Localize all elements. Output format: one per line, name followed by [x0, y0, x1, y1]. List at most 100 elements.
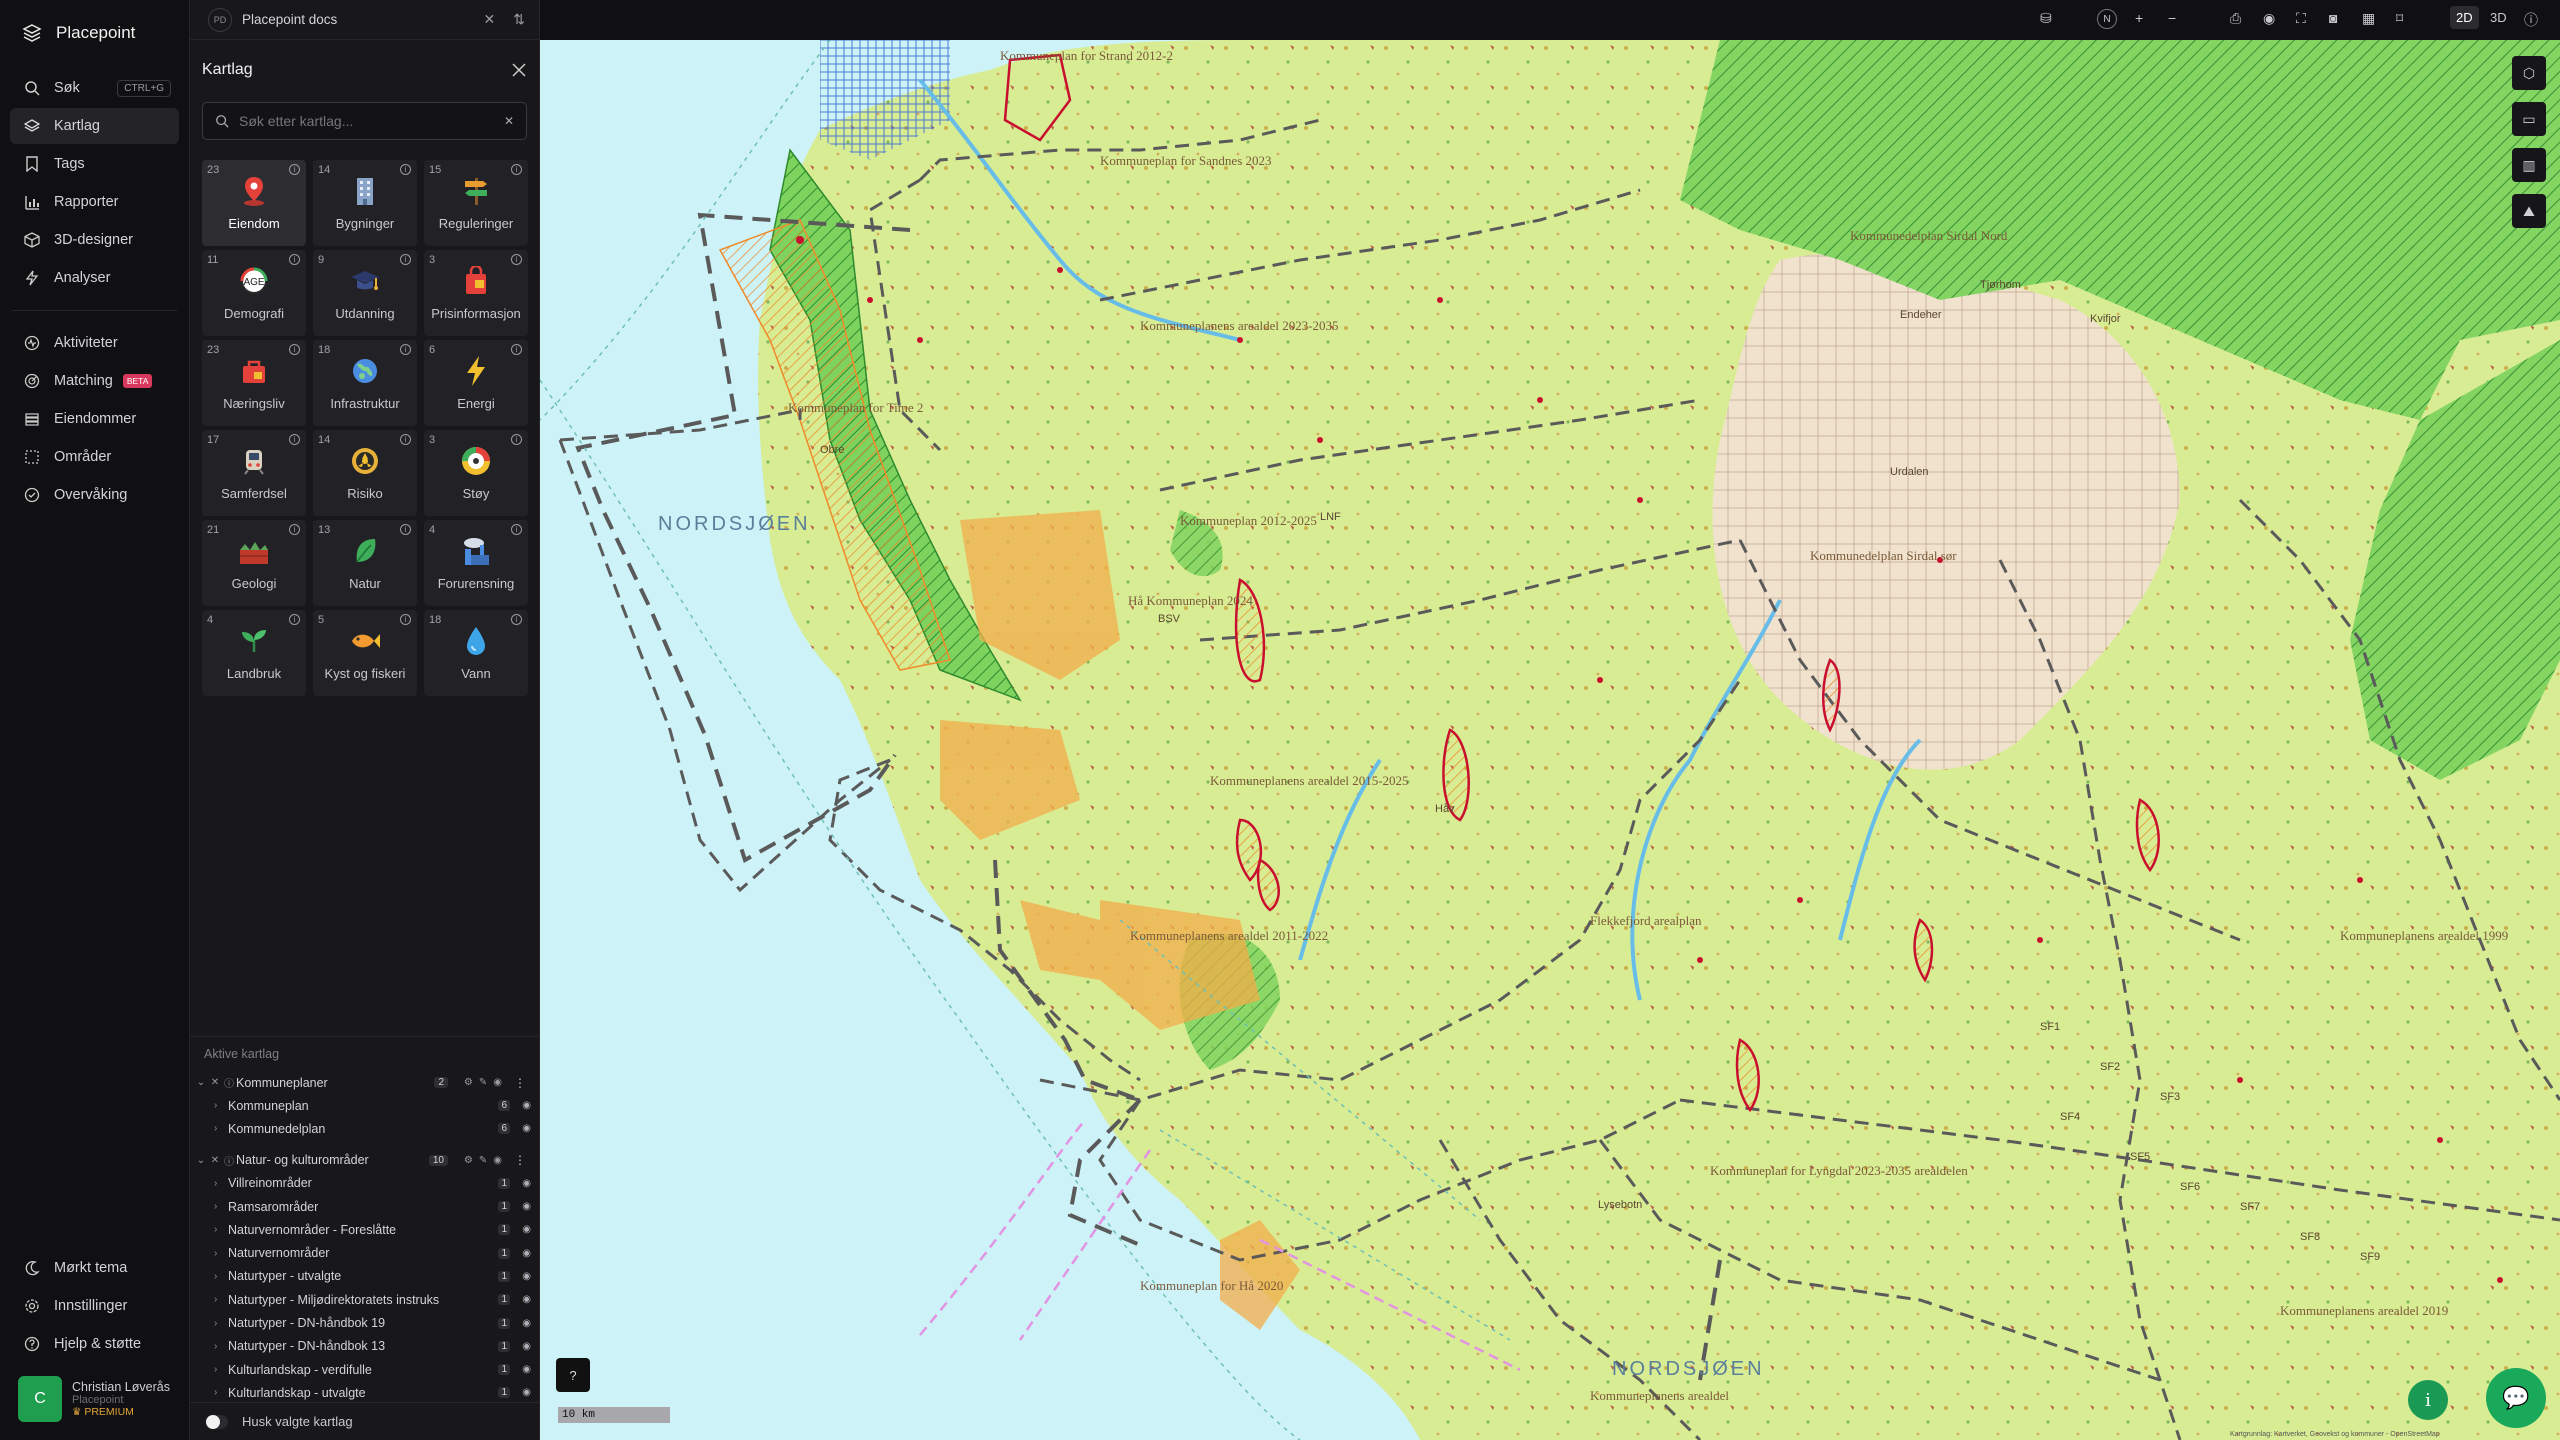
- nav-item-tags[interactable]: Tags: [10, 146, 179, 182]
- info-fab[interactable]: i: [2408, 1380, 2448, 1420]
- chevron-right-icon[interactable]: ›: [214, 1201, 228, 1212]
- camera-icon[interactable]: ◙: [2329, 10, 2337, 26]
- layer-row[interactable]: › Kulturlandskap - verdifulle 1 ◉: [190, 1358, 540, 1381]
- mode-2d-button[interactable]: 2D: [2450, 6, 2479, 29]
- category-natur[interactable]: 13 i Natur: [313, 520, 417, 606]
- layer-row[interactable]: › Naturtyper - utvalgte 1 ◉: [190, 1265, 540, 1288]
- chevron-right-icon[interactable]: ›: [214, 1341, 228, 1352]
- layer-row[interactable]: › Naturtyper - Miljødirektoratets instruk…: [190, 1288, 540, 1311]
- eye-icon[interactable]: ◉: [493, 1077, 502, 1088]
- info-icon[interactable]: ⓘ: [222, 1153, 236, 1168]
- layer-search-input[interactable]: [239, 113, 494, 129]
- layer-row[interactable]: › Kommunedelplan 6 ◉: [190, 1117, 540, 1140]
- category-landbruk[interactable]: 4 i Landbruk: [202, 610, 306, 696]
- category-naeringsliv[interactable]: 23 i Næringsliv: [202, 340, 306, 426]
- edit-icon[interactable]: ✎: [479, 1077, 487, 1088]
- layer-row[interactable]: › Naturtyper - DN-håndbok 13 1 ◉: [190, 1335, 540, 1358]
- chevron-right-icon[interactable]: ›: [214, 1248, 228, 1259]
- category-stoy[interactable]: 3 i Støy: [424, 430, 528, 516]
- nav-item-3d-designer[interactable]: 3D-designer: [10, 222, 179, 258]
- settings-icon[interactable]: ⚙: [464, 1077, 473, 1088]
- layers-stack-icon[interactable]: ⛁: [2040, 10, 2052, 27]
- zoom-in-icon[interactable]: +: [2135, 10, 2143, 26]
- chevron-down-icon[interactable]: ⌄: [194, 1155, 208, 1166]
- nav-item-kartlag[interactable]: Kartlag: [10, 108, 179, 144]
- layer-row[interactable]: › Kommuneplan 6 ◉: [190, 1094, 540, 1117]
- info-icon[interactable]: ⓘ: [222, 1075, 236, 1090]
- print-icon[interactable]: ⎙: [2230, 10, 2241, 27]
- eye-icon[interactable]: ◉: [522, 1224, 531, 1235]
- nav-item-rapporter[interactable]: Rapporter: [10, 184, 179, 220]
- draw-tool-button[interactable]: ⬡: [2512, 56, 2546, 90]
- eye-icon[interactable]: ◉: [522, 1318, 531, 1329]
- eye-icon[interactable]: ◉: [522, 1364, 531, 1375]
- chart-tool-button[interactable]: ▥: [2512, 148, 2546, 182]
- toggle-switch[interactable]: [206, 1414, 228, 1429]
- compass-button[interactable]: N: [2097, 9, 2117, 29]
- category-energi[interactable]: 6 i Energi: [424, 340, 528, 426]
- category-reguleringer[interactable]: 15 i Reguleringer: [424, 160, 528, 246]
- document-tab[interactable]: PD Placepoint docs ✕ ⇅: [190, 0, 539, 40]
- eye-icon[interactable]: ◉: [522, 1201, 531, 1212]
- zoom-out-icon[interactable]: −: [2168, 10, 2176, 26]
- remove-group-icon[interactable]: ✕: [208, 1077, 222, 1088]
- more-icon[interactable]: ⋮: [514, 1076, 526, 1090]
- visibility-icon[interactable]: ◉: [2263, 10, 2275, 27]
- chevron-right-icon[interactable]: ›: [214, 1294, 228, 1305]
- layer-row[interactable]: › Naturvernområder - Foreslåtte 1 ◉: [190, 1218, 540, 1241]
- fullscreen-icon[interactable]: ⛶: [2296, 10, 2306, 27]
- eye-icon[interactable]: ◉: [522, 1100, 531, 1111]
- eye-icon[interactable]: ◉: [522, 1271, 531, 1282]
- chevron-right-icon[interactable]: ›: [214, 1178, 228, 1189]
- mode-3d-button[interactable]: 3D: [2484, 6, 2513, 29]
- nav-item-matching[interactable]: Matching BETA: [10, 363, 179, 399]
- chevron-right-icon[interactable]: ›: [214, 1387, 228, 1398]
- chevron-right-icon[interactable]: ›: [214, 1123, 228, 1134]
- category-utdanning[interactable]: 9 i Utdanning: [313, 250, 417, 336]
- category-prisinformasjon[interactable]: 3 i Prisinformasjon: [424, 250, 528, 336]
- switch-tab-icon[interactable]: ⇅: [513, 11, 525, 28]
- layer-row[interactable]: › Naturvernområder 1 ◉: [190, 1241, 540, 1264]
- nav-item-settings[interactable]: Innstillinger: [10, 1288, 180, 1324]
- nav-item-overvaking[interactable]: Overvåking: [10, 477, 179, 513]
- elevation-tool-button[interactable]: ⛰: [2512, 194, 2546, 228]
- category-geologi[interactable]: 21 i Geologi: [202, 520, 306, 606]
- category-eiendom[interactable]: 23 i Eiendom: [202, 160, 306, 246]
- remove-group-icon[interactable]: ✕: [208, 1155, 222, 1166]
- category-demografi[interactable]: 11 i AGE Demografi: [202, 250, 306, 336]
- layer-search[interactable]: ✕: [202, 102, 527, 140]
- category-bygninger[interactable]: 14 i Bygninger: [313, 160, 417, 246]
- nav-item-dark-theme[interactable]: Mørkt tema: [10, 1250, 180, 1286]
- chat-fab[interactable]: 💬: [2486, 1368, 2546, 1428]
- edit-icon[interactable]: ✎: [479, 1155, 487, 1166]
- eye-icon[interactable]: ◉: [522, 1387, 531, 1398]
- nav-item-omrader[interactable]: Områder: [10, 439, 179, 475]
- grid-icon[interactable]: ▦: [2362, 10, 2375, 27]
- brand[interactable]: Placepoint: [0, 0, 189, 66]
- chevron-right-icon[interactable]: ›: [214, 1318, 228, 1329]
- settings-icon[interactable]: ⚙: [464, 1155, 473, 1166]
- layer-row[interactable]: › Naturtyper - DN-håndbok 19 1 ◉: [190, 1311, 540, 1334]
- nav-item-help[interactable]: Hjelp & støtte: [10, 1326, 180, 1362]
- info-icon[interactable]: ⓘ: [2524, 10, 2538, 30]
- nav-item-analyser[interactable]: Analyser: [10, 260, 179, 296]
- category-infrastruktur[interactable]: 18 i Infrastruktur: [313, 340, 417, 426]
- chevron-right-icon[interactable]: ›: [214, 1271, 228, 1282]
- close-tab-icon[interactable]: ✕: [484, 11, 496, 28]
- category-forurensning[interactable]: 4 i Forurensning: [424, 520, 528, 606]
- eye-icon[interactable]: ◉: [493, 1155, 502, 1166]
- nav-item-eiendommer[interactable]: Eiendommer: [10, 401, 179, 437]
- chevron-right-icon[interactable]: ›: [214, 1364, 228, 1375]
- chevron-right-icon[interactable]: ›: [214, 1224, 228, 1235]
- remember-layers-toggle[interactable]: Husk valgte kartlag: [190, 1402, 540, 1440]
- eye-icon[interactable]: ◉: [522, 1123, 531, 1134]
- category-risiko[interactable]: 14 i Risiko: [313, 430, 417, 516]
- measure-tool-button[interactable]: ▭: [2512, 102, 2546, 136]
- map-canvas[interactable]: NORDSJØEN NORDSJØEN Kommuneplan for Stra…: [540, 40, 2560, 1440]
- category-samferdsel[interactable]: 17 i Samferdsel: [202, 430, 306, 516]
- close-panel-icon[interactable]: [511, 62, 527, 78]
- user-profile[interactable]: C Christian Løverås Placepoint ♛ PREMIUM: [0, 1364, 190, 1440]
- layer-row[interactable]: › Ramsarområder 1 ◉: [190, 1195, 540, 1218]
- more-icon[interactable]: ⋮: [514, 1153, 526, 1167]
- category-kyst-og-fiskeri[interactable]: 5 i Kyst og fiskeri: [313, 610, 417, 696]
